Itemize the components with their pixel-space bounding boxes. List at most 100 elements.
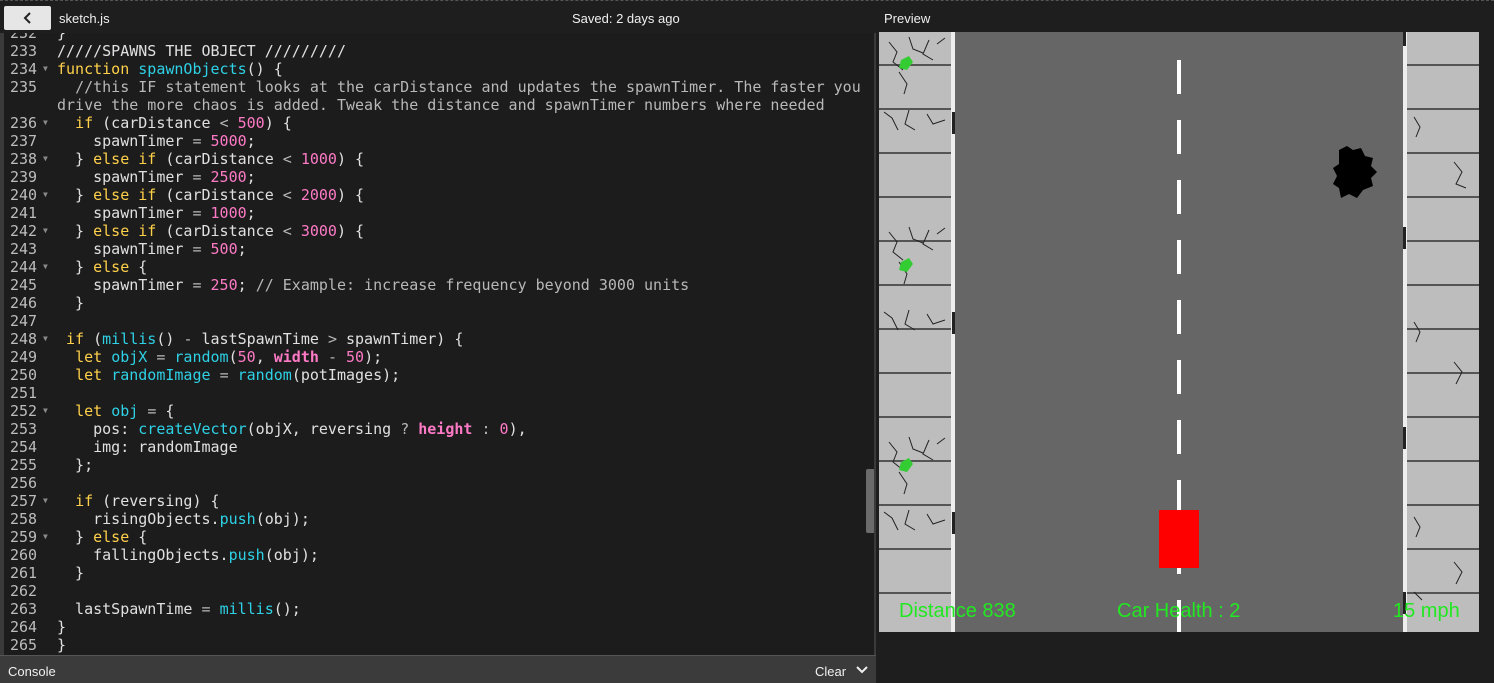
code-editor[interactable]: 232} 233/////SPAWNS THE OBJECT /////////2… [0,33,876,655]
speed-readout: 15 mph [1393,600,1460,622]
code-line[interactable]: 252 ▼ let obj = { [4,402,864,420]
code-line[interactable]: 238 ▼ } else if (carDistance < 1000) { [4,150,864,168]
code-line[interactable]: 261 } [4,564,864,582]
console-bar: Console Clear [0,655,876,683]
save-status: Saved: 2 days ago [572,11,680,26]
lane-dash [1177,120,1181,154]
code-line[interactable]: 251 [4,384,864,402]
preview-label: Preview [884,11,931,26]
code-line[interactable]: 248 ▼ if (millis() - lastSpawnTime > spaw… [4,330,864,348]
code-line[interactable]: 264} [4,618,864,636]
code-line[interactable]: 243 spawnTimer = 500; [4,240,864,258]
fold-toggle-icon[interactable]: ▼ [43,150,48,168]
line-number: 250 [10,366,38,384]
code-line[interactable]: 242 ▼ } else if (carDistance < 3000) { [4,222,864,240]
code-line[interactable]: 262 [4,582,864,600]
code-text: } [57,33,67,42]
code-text: } [57,564,85,582]
code-line[interactable]: 253 pos: createVector(objX, reversing ? … [4,420,864,438]
code-text: if (carDistance < 500) { [75,114,292,132]
code-line[interactable]: 234 ▼ function spawnObjects() { [4,60,864,78]
code-text: let obj = { [75,402,175,420]
fold-toggle-icon[interactable]: ▼ [43,222,48,240]
line-number: 264 [10,618,38,636]
code-line[interactable]: 255 }; [4,456,864,474]
line-number: 257 [10,492,38,510]
code-line[interactable]: 256 [4,474,864,492]
code-area[interactable]: 232} 233/////SPAWNS THE OBJECT /////////2… [4,33,864,654]
line-number: 239 [10,168,38,186]
code-text: fallingObjects.push(obj); [57,546,319,564]
code-text: function spawnObjects() { [57,60,283,78]
fold-toggle-icon[interactable]: ▼ [43,60,48,78]
player-car [1159,510,1199,568]
line-number: 235 [10,78,38,96]
code-text: let objX = random(50, width - 50); [75,348,383,366]
clear-console-button[interactable]: Clear [815,664,846,679]
code-text: img: randomImage [57,438,238,456]
code-text: pos: createVector(objX, reversing ? heig… [57,420,527,438]
fold-toggle-icon[interactable]: ▼ [43,114,48,132]
right-sidewalk [1403,32,1479,632]
fold-toggle-icon[interactable]: ▼ [43,330,48,348]
chevron-down-icon[interactable] [855,664,869,676]
lane-dash [1177,300,1181,334]
fold-toggle-icon[interactable]: ▼ [43,402,48,420]
code-line[interactable]: 246 } [4,294,864,312]
code-text: //this IF statement looks at the carDist… [75,78,861,96]
code-line[interactable]: 232} [4,33,864,42]
code-line[interactable]: 265} [4,636,864,654]
preview-canvas[interactable]: Distance 838 Car Health : 2 15 mph [879,32,1479,632]
line-number: 249 [10,348,38,366]
code-text: } else { [57,528,148,546]
line-number: 263 [10,600,38,618]
fold-toggle-icon[interactable]: ▼ [43,186,48,204]
code-line[interactable]: 260 fallingObjects.push(obj); [4,546,864,564]
code-line[interactable]: 233 /////SPAWNS THE OBJECT ///////// [4,42,864,60]
code-line[interactable]: 263 lastSpawnTime = millis(); [4,600,864,618]
editor-scrollbar[interactable] [866,469,874,533]
code-line[interactable]: 236 ▼ if (carDistance < 500) { [4,114,864,132]
code-text: spawnTimer = 1000; [57,204,256,222]
line-number: 247 [10,312,38,330]
code-text: } else if (carDistance < 1000) { [57,150,365,168]
line-number: 234 [10,60,38,78]
line-number: 240 [10,186,38,204]
code-line[interactable]: 244 ▼ } else { [4,258,864,276]
game-scene [879,32,1479,632]
code-line[interactable]: 239 spawnTimer = 2500; [4,168,864,186]
code-line[interactable]: 247 [4,312,864,330]
code-line[interactable]: 249 let objX = random(50, width - 50); [4,348,864,366]
code-text: lastSpawnTime = millis(); [57,600,301,618]
lane-dash [1177,60,1181,94]
code-text: } else { [57,258,148,276]
lane-dash [1177,360,1181,394]
line-number: 232 [10,33,38,42]
code-line[interactable]: 250 let randomImage = random(potImages); [4,366,864,384]
line-number: 237 [10,132,38,150]
code-text: spawnTimer = 500; [57,240,247,258]
code-text: } [57,618,67,636]
chevron-left-icon [23,12,31,24]
fold-toggle-icon[interactable]: ▼ [43,492,48,510]
code-line[interactable]: 257 ▼ if (reversing) { [4,492,864,510]
back-button[interactable] [4,6,51,30]
file-name[interactable]: sketch.js [59,11,110,26]
code-text: if (millis() - lastSpawnTime > spawnTime… [66,330,464,348]
code-line[interactable]: 240 ▼ } else if (carDistance < 2000) { [4,186,864,204]
line-number: 251 [10,384,38,402]
code-line[interactable]: 258 risingObjects.push(obj); [4,510,864,528]
code-line[interactable]: 235 //this IF statement looks at the car… [4,78,864,114]
code-line[interactable]: 237 spawnTimer = 5000; [4,132,864,150]
code-line[interactable]: 241 spawnTimer = 1000; [4,204,864,222]
line-number: 248 [10,330,38,348]
line-number: 243 [10,240,38,258]
fold-toggle-icon[interactable]: ▼ [43,528,48,546]
code-line[interactable]: 254 img: randomImage [4,438,864,456]
code-line[interactable]: 245 spawnTimer = 250; // Example: increa… [4,276,864,294]
fold-toggle-icon[interactable]: ▼ [43,258,48,276]
code-text: spawnTimer = 2500; [57,168,256,186]
code-line[interactable]: 259 ▼ } else { [4,528,864,546]
code-text: spawnTimer = 5000; [57,132,256,150]
code-text: }; [57,456,94,474]
